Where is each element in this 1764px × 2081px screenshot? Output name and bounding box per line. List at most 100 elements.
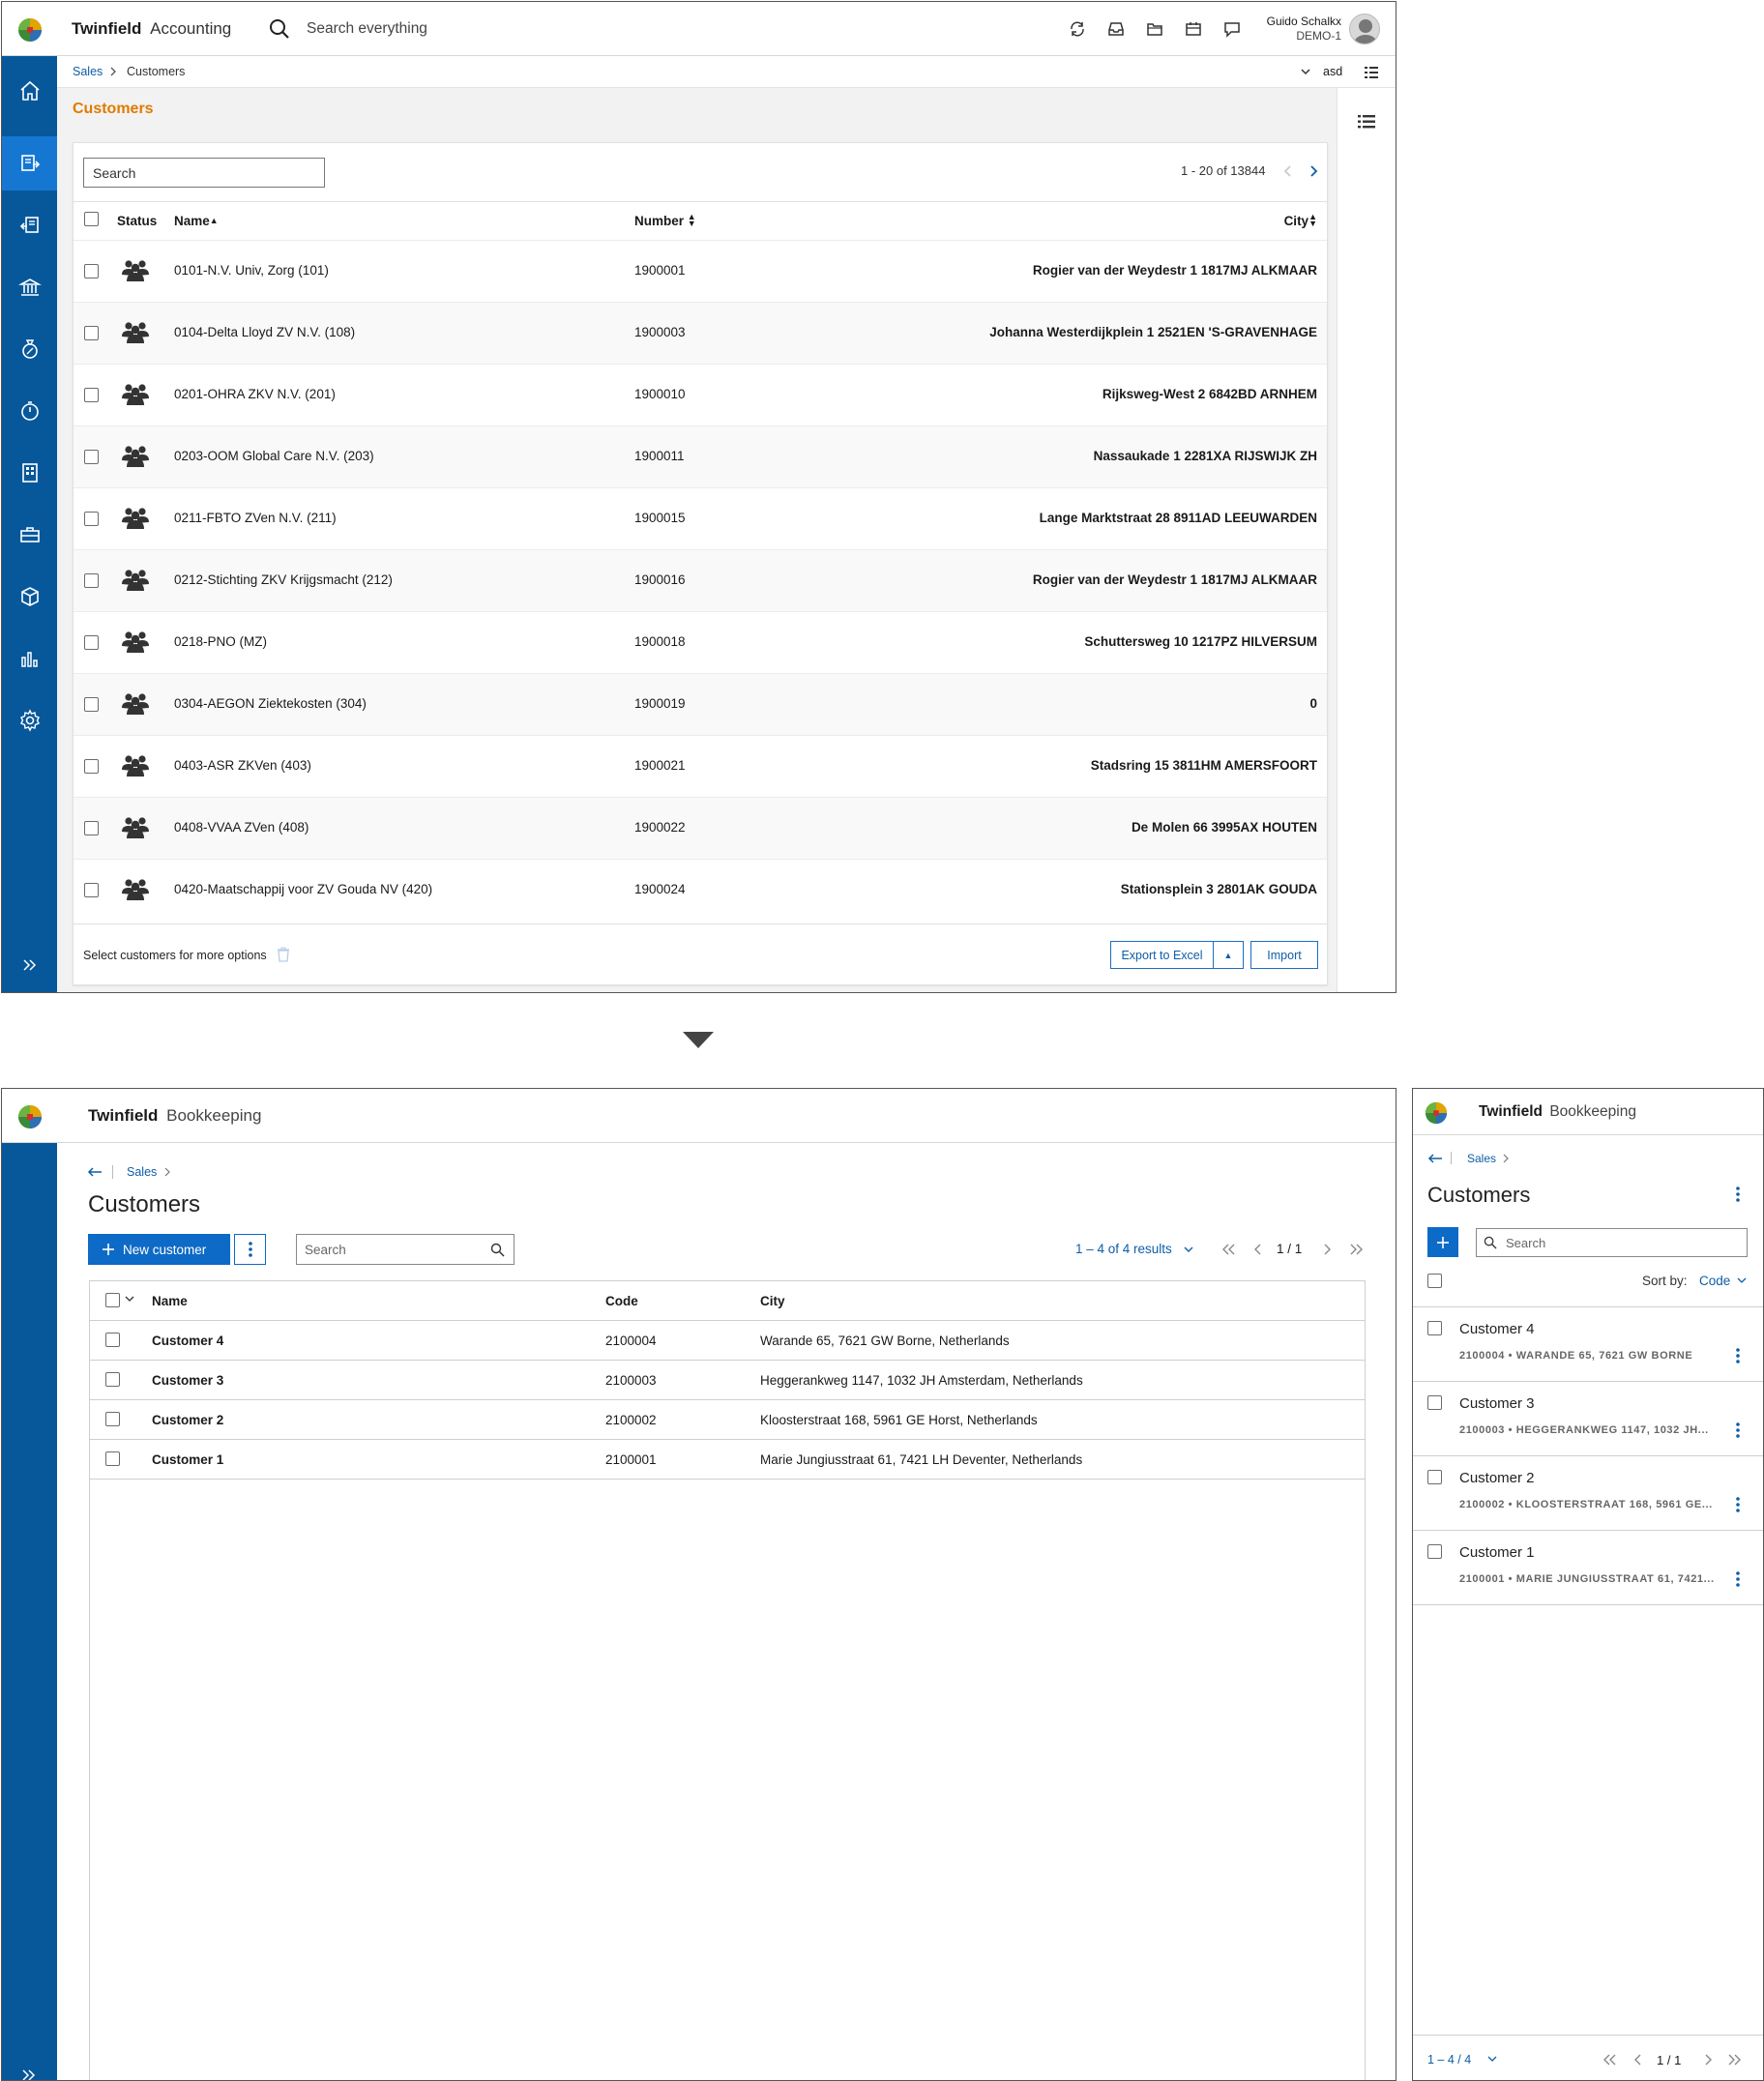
more-actions-button[interactable] [234, 1234, 266, 1265]
column-number[interactable]: Number ▲ ▼ [634, 213, 696, 229]
export-to-excel-button[interactable]: Export to Excel [1110, 941, 1214, 969]
prev-page-icon[interactable] [1633, 2053, 1643, 2066]
kebab-menu-icon[interactable] [1736, 1187, 1740, 1202]
row-checkbox[interactable] [105, 1333, 120, 1347]
next-page-icon[interactable] [1703, 2053, 1713, 2066]
chevron-down-icon[interactable] [1300, 67, 1311, 76]
customer-name[interactable]: 0101-N.V. Univ, Zorg (101) [174, 263, 329, 278]
customer-name[interactable]: 0403-ASR ZKVen (403) [174, 758, 311, 773]
row-checkbox[interactable] [84, 450, 99, 464]
office-selector[interactable]: asd [1323, 65, 1342, 78]
calendar-icon[interactable] [1185, 20, 1202, 38]
breadcrumb-sales-link[interactable]: Sales [127, 1165, 157, 1179]
table-row[interactable]: 0101-N.V. Univ, Zorg (101) 1900001 Rogier … [74, 240, 1327, 302]
kebab-menu-icon[interactable] [1736, 1571, 1740, 1587]
double-chevron-right-icon[interactable] [20, 2066, 38, 2080]
new-customer-button[interactable]: New customer [88, 1234, 230, 1265]
chevron-down-icon[interactable] [1183, 1245, 1194, 1254]
expand-sidebar-button[interactable] [2, 938, 57, 992]
nav-reports[interactable] [2, 631, 57, 686]
select-all-checkbox[interactable] [84, 212, 99, 226]
table-row[interactable]: 0218-PNO (MZ) 1900018 Schuttersweg 10 1217… [74, 611, 1327, 673]
back-arrow-icon[interactable] [1427, 1153, 1443, 1164]
select-all-checkbox[interactable] [105, 1293, 120, 1307]
results-count[interactable]: 1 – 4 / 4 [1427, 2053, 1471, 2066]
item-checkbox[interactable] [1427, 1395, 1442, 1410]
twinfield-logo-icon[interactable] [17, 17, 43, 43]
table-row[interactable]: 0420-Maatschappij voor ZV Gouda NV (420)… [74, 859, 1327, 921]
row-checkbox[interactable] [84, 697, 99, 712]
item-checkbox[interactable] [1427, 1544, 1442, 1559]
table-row[interactable]: 0201-OHRA ZKV N.V. (201) 1900010 Rijksweg-… [74, 364, 1327, 425]
customer-name[interactable]: 0211-FBTO ZVen N.V. (211) [174, 511, 337, 525]
nav-bank[interactable] [2, 260, 57, 314]
chevron-down-icon[interactable] [1487, 2055, 1497, 2063]
list-item[interactable]: Customer 4 2100004 • WARANDE 65, 7621 GW … [1413, 1307, 1763, 1382]
customer-name[interactable]: Customer 1 [1459, 1544, 1535, 1561]
next-page-icon[interactable] [1308, 164, 1319, 178]
item-checkbox[interactable] [1427, 1321, 1442, 1335]
results-count[interactable]: 1 – 4 of 4 results [1075, 1242, 1172, 1256]
column-name[interactable]: Name [152, 1294, 188, 1308]
table-row[interactable]: Customer 2 2100002 Kloosterstraat 168, 596… [90, 1400, 1365, 1440]
row-checkbox[interactable] [84, 821, 99, 835]
twinfield-logo-icon[interactable] [17, 1104, 43, 1129]
table-row[interactable]: 0212-Stichting ZKV Krijgsmacht (212) 1900… [74, 549, 1327, 611]
select-all-checkbox[interactable] [1427, 1274, 1442, 1288]
customer-name[interactable]: 0304-AEGON Ziektekosten (304) [174, 696, 367, 711]
table-row[interactable]: Customer 3 2100003 Heggerankweg 1147, 1032… [90, 1361, 1365, 1400]
table-row[interactable]: 0304-AEGON Ziektekosten (304) 1900019 0 [74, 673, 1327, 735]
customer-name[interactable]: 0212-Stichting ZKV Krijgsmacht (212) [174, 572, 393, 587]
row-checkbox[interactable] [84, 512, 99, 526]
column-code[interactable]: Code [605, 1294, 638, 1308]
row-checkbox[interactable] [84, 635, 99, 650]
list-item[interactable]: Customer 1 2100001 • MARIE JUNGIUSSTRAAT … [1413, 1531, 1763, 1605]
kebab-menu-icon[interactable] [1736, 1422, 1740, 1438]
next-page-icon[interactable] [1322, 1243, 1332, 1256]
customer-name[interactable]: Customer 3 [1459, 1395, 1535, 1412]
search-input[interactable]: Search [296, 1234, 514, 1265]
nav-assets[interactable] [2, 508, 57, 562]
customer-name[interactable]: 0218-PNO (MZ) [174, 634, 267, 649]
avatar[interactable] [1349, 14, 1380, 44]
list-settings-icon[interactable] [1364, 65, 1379, 80]
nav-home[interactable] [2, 64, 57, 118]
nav-time[interactable] [2, 384, 57, 438]
trash-icon[interactable] [277, 947, 290, 962]
row-checkbox[interactable] [84, 264, 99, 278]
customer-name[interactable]: Customer 1 [152, 1452, 223, 1467]
twinfield-logo-icon[interactable] [1425, 1101, 1448, 1125]
prev-page-icon[interactable] [1253, 1243, 1263, 1256]
list-item[interactable]: Customer 3 2100003 • HEGGERANKWEG 1147, 1… [1413, 1382, 1763, 1456]
kebab-menu-icon[interactable] [1736, 1348, 1740, 1363]
customer-name[interactable]: Customer 4 [152, 1334, 223, 1348]
kebab-menu-icon[interactable] [1736, 1497, 1740, 1512]
row-checkbox[interactable] [84, 388, 99, 402]
table-row[interactable]: Customer 4 2100004 Warande 65, 7621 GW Bor… [90, 1321, 1365, 1361]
user-info[interactable]: Guido Schalkx DEMO-1 [1220, 15, 1341, 44]
item-checkbox[interactable] [1427, 1470, 1442, 1484]
table-row[interactable]: 0104-Delta Lloyd ZV N.V. (108) 1900003 Joh… [74, 302, 1327, 364]
refresh-icon[interactable] [1069, 20, 1086, 38]
table-row[interactable]: 0211-FBTO ZVen N.V. (211) 1900015 Lange Ma… [74, 487, 1327, 549]
list-view-icon[interactable] [1358, 114, 1375, 130]
breadcrumb-sales-link[interactable]: Sales [73, 65, 103, 78]
first-page-icon[interactable] [1220, 1243, 1236, 1256]
row-checkbox[interactable] [105, 1412, 120, 1426]
add-customer-button[interactable] [1427, 1227, 1458, 1257]
row-checkbox[interactable] [84, 326, 99, 340]
nav-products[interactable] [2, 570, 57, 624]
customer-name[interactable]: 0104-Delta Lloyd ZV N.V. (108) [174, 325, 355, 339]
customer-name[interactable]: 0201-OHRA ZKV N.V. (201) [174, 387, 336, 401]
column-city[interactable]: City▲ ▼ [1215, 213, 1317, 229]
customer-name[interactable]: 0203-OOM Global Care N.V. (203) [174, 449, 374, 463]
row-checkbox[interactable] [84, 573, 99, 588]
row-checkbox[interactable] [105, 1451, 120, 1466]
nav-sales[interactable] [2, 136, 57, 191]
last-page-icon[interactable] [1349, 1243, 1365, 1256]
prev-page-icon[interactable] [1282, 164, 1294, 178]
customer-name[interactable]: 0420-Maatschappij voor ZV Gouda NV (420) [174, 882, 432, 896]
table-row[interactable]: Customer 1 2100001 Marie Jungiusstraat 61,… [90, 1440, 1365, 1480]
customer-name[interactable]: 0408-VVAA ZVen (408) [174, 820, 309, 835]
row-checkbox[interactable] [84, 759, 99, 774]
